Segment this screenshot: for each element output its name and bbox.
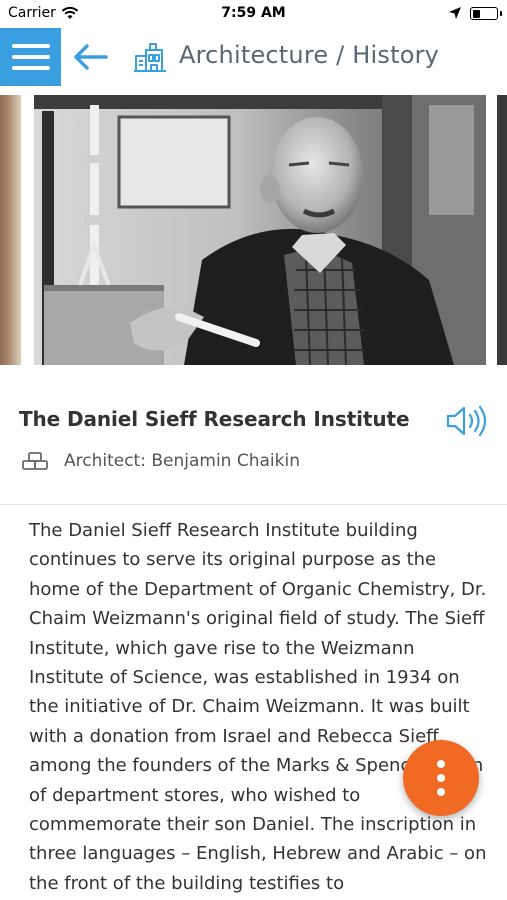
more-vertical-icon bbox=[437, 788, 445, 796]
main-slide-image[interactable] bbox=[34, 95, 486, 365]
hamburger-menu-icon bbox=[12, 66, 50, 70]
battery-nub bbox=[499, 11, 502, 16]
building-icon bbox=[134, 43, 166, 72]
page-title: Architecture / History bbox=[179, 41, 440, 69]
blocks-icon bbox=[22, 452, 48, 470]
app-header: Architecture / History bbox=[0, 28, 507, 88]
status-time: 7:59 AM bbox=[221, 5, 286, 21]
more-vertical-icon bbox=[437, 760, 445, 768]
speaker-audio-icon[interactable] bbox=[444, 403, 490, 439]
more-vertical-icon bbox=[437, 774, 445, 782]
status-bar: Carrier 7:59 AM bbox=[0, 0, 507, 28]
place-info: The Daniel Sieff Research Institute Arch… bbox=[0, 365, 507, 505]
hamburger-menu-icon bbox=[12, 55, 50, 59]
more-options-button[interactable] bbox=[403, 740, 479, 816]
location-arrow-icon bbox=[449, 7, 461, 19]
next-slide-image[interactable] bbox=[497, 95, 507, 365]
previous-slide-image[interactable] bbox=[0, 95, 21, 365]
place-title: The Daniel Sieff Research Institute bbox=[19, 407, 410, 431]
battery-level bbox=[472, 9, 481, 18]
menu-button[interactable] bbox=[0, 28, 61, 86]
portrait-photo bbox=[34, 95, 486, 365]
battery-icon bbox=[470, 7, 502, 20]
image-carousel[interactable] bbox=[0, 95, 507, 365]
hamburger-menu-icon bbox=[12, 44, 50, 48]
architect-label: Architect: Benjamin Chaikin bbox=[64, 451, 300, 471]
back-arrow-icon[interactable] bbox=[71, 40, 111, 74]
description-text: The Daniel Sieff Research Institute buil… bbox=[29, 520, 487, 894]
